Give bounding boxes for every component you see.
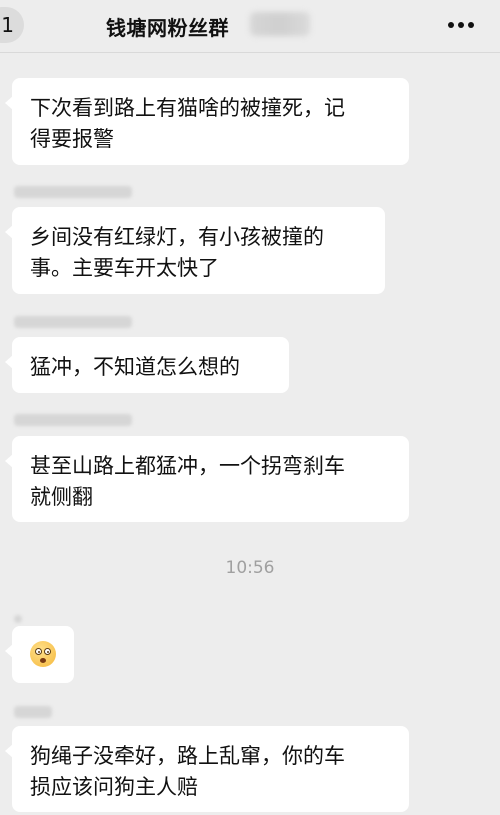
chat-header: 1 钱塘网粉丝群 [0, 0, 500, 53]
message-bubble[interactable]: 下次看到路上有猫啥的被撞死，记 得要报警 [5, 78, 409, 165]
more-options-icon[interactable] [448, 22, 474, 28]
sender-name-blurred [14, 706, 52, 718]
sender-name-blurred [14, 615, 22, 623]
message-bubble[interactable]: 猛冲，不知道怎么想的 [5, 337, 289, 393]
message-bubble[interactable]: 狗绳子没牵好，路上乱窜，你的车 损应该问狗主人赔 [5, 726, 409, 812]
message-bubble[interactable]: 甚至山路上都猛冲，一个拐弯刹车 就侧翻 [5, 436, 409, 522]
chat-timestamp: 10:56 [225, 558, 275, 578]
unread-count: 1 [1, 13, 14, 37]
sender-name-blurred [14, 414, 132, 426]
group-member-count-blurred [250, 12, 310, 36]
sender-name-blurred [14, 316, 132, 328]
sender-name-blurred [14, 186, 132, 198]
back-button[interactable]: 1 [0, 7, 24, 43]
shocked-face-emoji-icon [30, 641, 56, 667]
chat-title: 钱塘网粉丝群 [106, 16, 229, 40]
message-bubble[interactable]: 乡间没有红绿灯，有小孩被撞的 事。主要车开太快了 [5, 207, 385, 294]
message-bubble[interactable] [5, 626, 74, 683]
